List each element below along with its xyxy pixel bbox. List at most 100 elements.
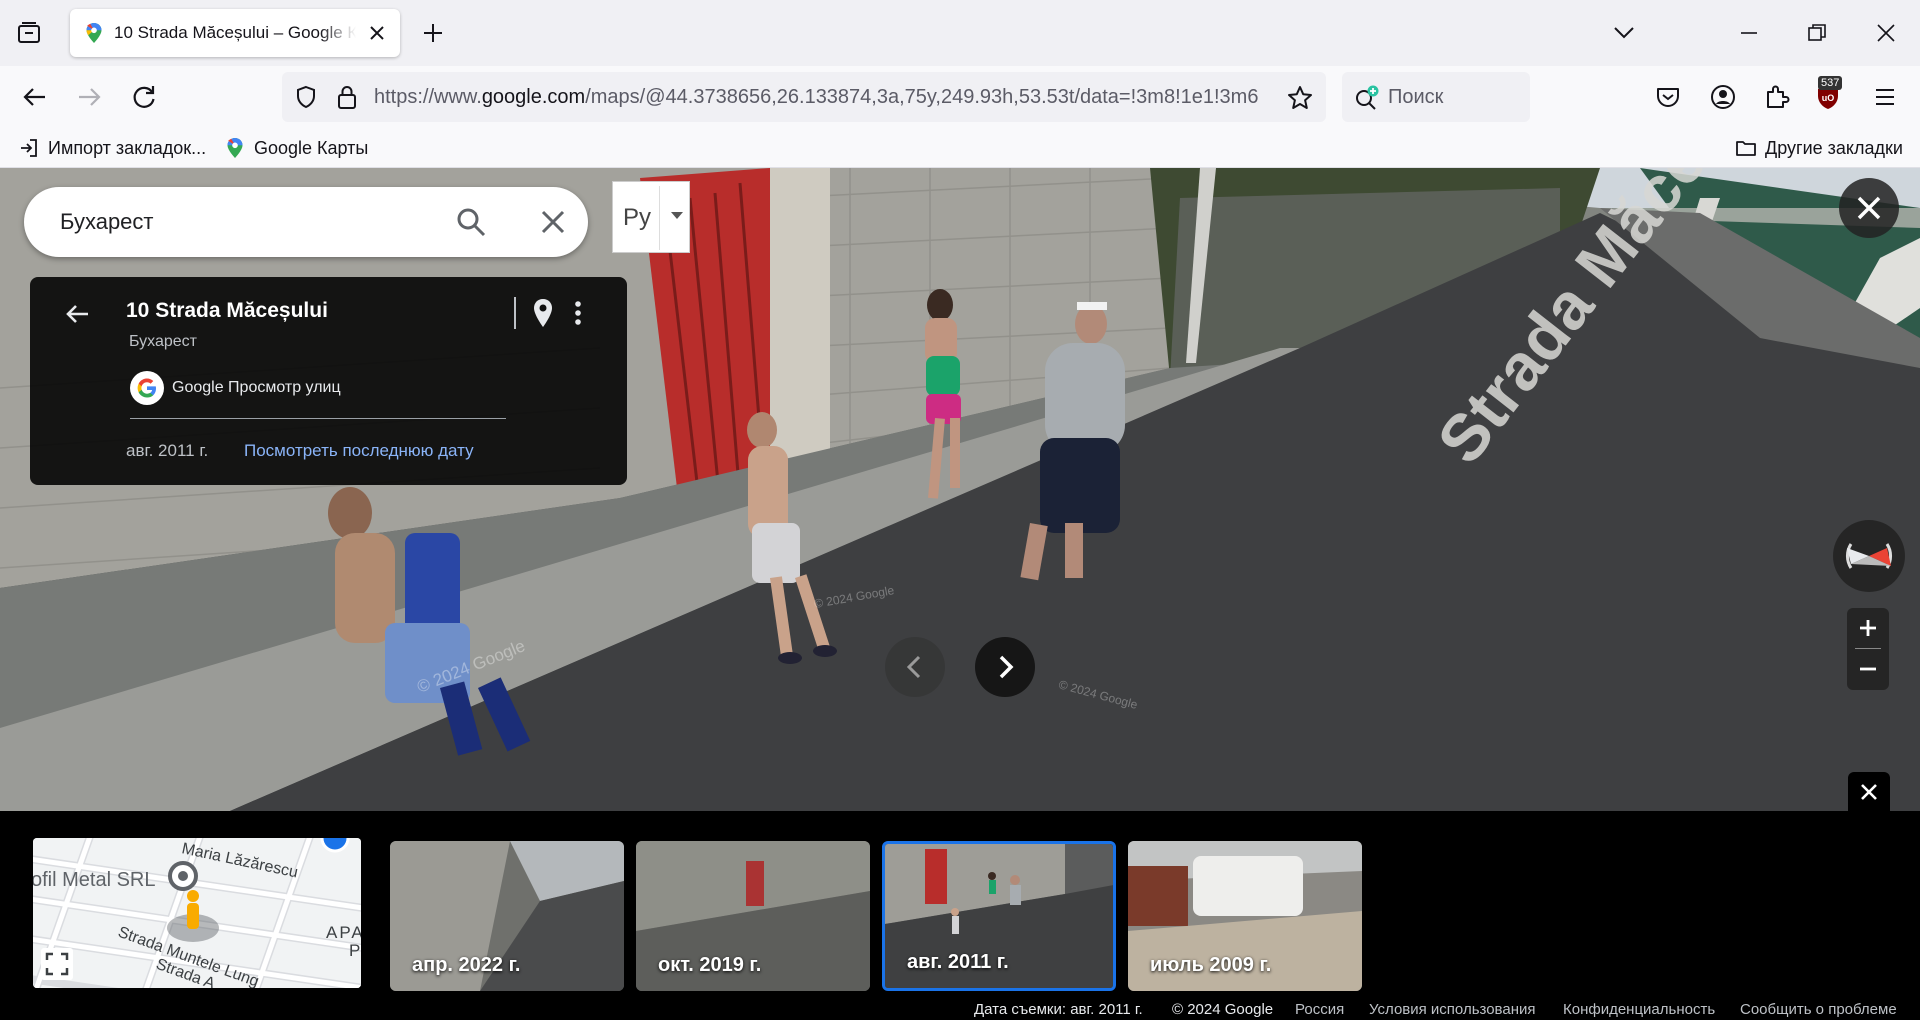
footer-terms-link[interactable]: Условия использования [1369, 1001, 1536, 1018]
new-tab-icon[interactable] [420, 20, 446, 46]
extension-count-badge: 537 [1818, 76, 1843, 90]
tracking-protection-shield-icon[interactable] [294, 85, 318, 109]
tab-close-icon[interactable] [366, 22, 388, 44]
street-view-scene: Strada Măceșului [0, 168, 1920, 811]
back-arrow-icon[interactable] [62, 299, 92, 329]
chevron-left-icon [906, 655, 921, 679]
google-maps-favicon-icon [86, 23, 102, 43]
chevron-right-icon [999, 655, 1014, 679]
bookmark-other-folder[interactable]: Другие закладки [1735, 136, 1903, 160]
footer-copyright: © 2024 Google [1172, 1001, 1274, 1018]
card-divider [514, 297, 516, 329]
minimap[interactable]: Maria Lăzărescu ofil Metal SRL Strada Mu… [33, 838, 361, 988]
pocket-icon[interactable] [1653, 82, 1683, 112]
maps-footer: Дата съемки: авг. 2011 г. © 2024 Google … [0, 1000, 1920, 1020]
bookmarks-toolbar: Импорт закладок... Google Карты Другие з… [0, 128, 1920, 168]
street-view-info-card: 10 Strada Măceșului Бухарест Google Прос… [30, 277, 627, 485]
chevron-down-icon[interactable] [1612, 22, 1636, 42]
close-street-view-button[interactable] [1839, 178, 1899, 238]
window-close-icon[interactable] [1873, 20, 1899, 46]
footer-privacy-link[interactable]: Конфиденциальность [1563, 1001, 1715, 1018]
browser-search-box[interactable]: Поиск [1342, 72, 1530, 122]
browser-toolbar: https://www.google.com/maps/@44.3738656,… [0, 66, 1920, 128]
timeline-thumb-2019[interactable]: окт. 2019 г. [636, 841, 870, 991]
hamburger-menu-icon[interactable] [1870, 82, 1900, 112]
footer-capture-date: Дата съемки: авг. 2011 г. [974, 1001, 1143, 1018]
search-icon[interactable] [454, 205, 488, 239]
google-g-logo-icon [130, 371, 164, 405]
tab-title: 10 Strada Măceșului – Google Карты [114, 23, 356, 42]
lock-icon[interactable] [336, 84, 358, 110]
capture-date: авг. 2011 г. [126, 441, 209, 460]
minimap-area-label-2: P [349, 941, 360, 960]
address-bar[interactable]: https://www.google.com/maps/@44.3738656,… [282, 72, 1326, 122]
search-engine-icon [1356, 85, 1379, 110]
reload-icon[interactable] [129, 82, 159, 112]
restore-icon[interactable] [1804, 20, 1830, 46]
caret-down-icon[interactable] [671, 212, 683, 219]
next-date-button[interactable] [975, 637, 1035, 697]
google-maps-pin-icon [227, 138, 243, 158]
timeline-thumb-2022[interactable]: апр. 2022 г. [390, 841, 624, 991]
extensions-puzzle-icon[interactable] [1762, 82, 1792, 112]
browser-tab-bar: 10 Strada Măceșului – Google Карты [0, 0, 1920, 66]
bookmark-google-maps-label: Google Карты [254, 137, 369, 158]
street-view-panorama[interactable]: Strada Măceșului [0, 168, 1920, 811]
place-title: 10 Strada Măceșului [126, 299, 328, 322]
more-vertical-icon[interactable] [570, 297, 586, 329]
footer-country-link[interactable]: Россия [1295, 1001, 1344, 1018]
input-language-switcher[interactable]: Ру [612, 181, 690, 253]
tab-list-icon[interactable] [16, 20, 42, 46]
minimap-poi-label: ofil Metal SRL [33, 869, 156, 891]
card-separator [130, 418, 506, 419]
compass-icon [1846, 543, 1892, 569]
fullscreen-icon[interactable] [41, 948, 73, 980]
url-text[interactable]: https://www.google.com/maps/@44.3738656,… [374, 86, 1266, 109]
zoom-separator [1855, 648, 1881, 649]
location-pin-icon[interactable] [530, 297, 556, 329]
search-placeholder: Поиск [1388, 86, 1444, 108]
browser-tab-active[interactable]: 10 Strada Măceșului – Google Карты [70, 9, 400, 57]
clear-search-icon[interactable] [536, 205, 570, 239]
close-icon [1861, 784, 1877, 800]
close-timeline-button[interactable] [1848, 772, 1890, 811]
url-prefix: https://www. [374, 86, 482, 108]
see-latest-date-link[interactable]: Посмотреть последнюю дату [244, 441, 474, 461]
bookmark-google-maps[interactable]: Google Карты [224, 136, 368, 160]
timeline-thumb-label: апр. 2022 г. [412, 954, 521, 976]
previous-date-button[interactable] [885, 637, 945, 697]
timeline-thumb-label: окт. 2019 г. [658, 954, 762, 976]
bookmark-import-label: Импорт закладок... [48, 137, 207, 158]
back-arrow-icon[interactable] [20, 82, 50, 112]
account-icon[interactable] [1708, 82, 1738, 112]
url-path: /maps/@44.3738656,26.133874,3a,75y,249.9… [585, 86, 1259, 108]
url-domain: google.com [481, 86, 586, 108]
bookmark-import[interactable]: Импорт закладок... [18, 136, 206, 160]
place-city: Бухарест [129, 333, 197, 350]
zoom-out-icon[interactable] [1847, 650, 1889, 690]
pegman-icon [187, 890, 199, 929]
minimap-area-label: APA [326, 923, 361, 942]
svg-text:uO: uO [1822, 93, 1835, 103]
timeline-thumb-label: июль 2009 г. [1150, 954, 1272, 976]
timeline-thumb-label: авг. 2011 г. [907, 951, 1009, 973]
folder-icon [1736, 141, 1756, 156]
compass-button[interactable] [1833, 520, 1905, 592]
timeline-thumb-2011-selected[interactable]: авг. 2011 г. [882, 841, 1116, 991]
close-icon [1857, 196, 1881, 220]
footer-report-link[interactable]: Сообщить о проблеме [1740, 1001, 1897, 1018]
zoom-in-icon[interactable] [1847, 608, 1889, 648]
input-language-label: Ру [623, 204, 652, 231]
time-travel-strip: Maria Lăzărescu ofil Metal SRL Strada Mu… [0, 811, 1920, 1000]
timeline-thumb-2009[interactable]: июль 2009 г. [1128, 841, 1362, 991]
ime-divider [659, 186, 660, 250]
maps-search-box[interactable] [24, 187, 588, 257]
import-icon [21, 139, 37, 157]
bookmark-star-icon[interactable] [1286, 84, 1314, 112]
street-view-provider: Google Просмотр улиц [172, 379, 341, 396]
minimize-icon[interactable] [1736, 20, 1762, 46]
minimap-map: Maria Lăzărescu ofil Metal SRL Strada Mu… [33, 838, 361, 988]
bookmark-other-label: Другие закладки [1765, 137, 1903, 158]
forward-arrow-icon[interactable] [74, 82, 104, 112]
maps-search-input[interactable] [60, 209, 440, 235]
